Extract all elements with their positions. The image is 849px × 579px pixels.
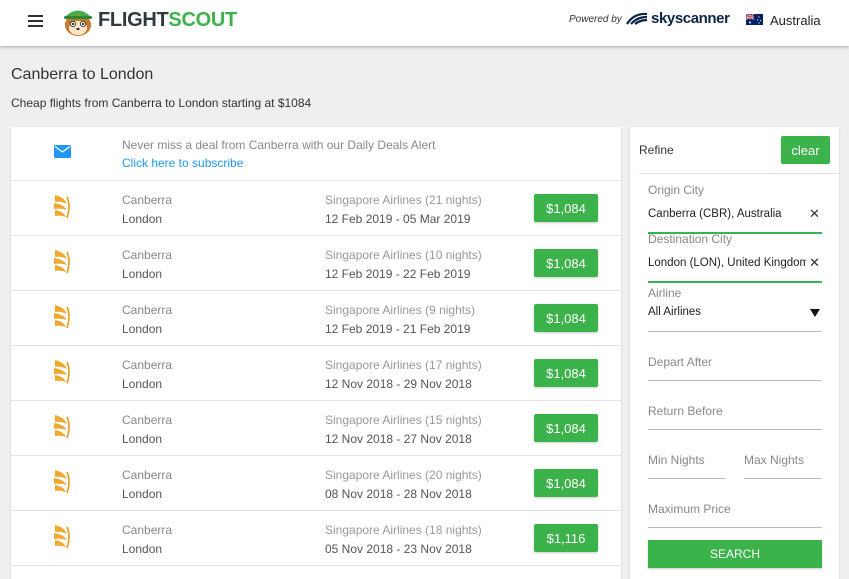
price-button[interactable]: $1,084 <box>534 359 598 387</box>
caret-down-icon[interactable] <box>810 309 820 317</box>
flight-row[interactable]: Canberra London Singapore Airlines (21 nig… <box>11 181 621 236</box>
singapore-airlines-logo <box>51 358 73 385</box>
flight-row[interactable]: Canberra London Singapore Airlines (9 nigh… <box>11 291 621 346</box>
subscribe-link[interactable]: Click here to subscribe <box>122 156 243 170</box>
singapore-airlines-logo <box>51 193 73 220</box>
price-button[interactable]: $1,084 <box>534 249 598 277</box>
australia-flag-icon[interactable] <box>746 14 763 25</box>
flight-origin: Canberra <box>122 193 173 207</box>
flight-dates: 12 Feb 2019 - 22 Feb 2019 <box>325 267 471 281</box>
flight-dates: 05 Nov 2018 - 23 Nov 2018 <box>325 542 472 556</box>
flight-origin: Canberra <box>122 303 173 317</box>
country-selector[interactable]: Australia <box>770 13 821 28</box>
flight-destination: London <box>122 487 163 501</box>
flightscout-wordmark[interactable]: FLIGHTSCOUT <box>98 9 237 32</box>
logo-flight-text: FLIGHT <box>98 9 169 31</box>
singapore-airlines-logo <box>51 248 73 275</box>
singapore-airlines-logo <box>51 523 73 550</box>
flight-row[interactable]: Canberra London Singapore Airlines (10 nig… <box>11 236 621 291</box>
deal-alert-row: Never miss a deal from Canberra with our… <box>11 127 621 181</box>
flight-destination: London <box>122 377 163 391</box>
flight-destination: London <box>122 322 163 336</box>
singapore-airlines-logo <box>51 468 73 495</box>
flight-airline: Singapore Airlines (15 nights) <box>325 413 482 427</box>
flight-origin: Canberra <box>122 523 173 537</box>
depart-after-underline <box>648 380 822 381</box>
flight-dates: 12 Nov 2018 - 27 Nov 2018 <box>325 432 472 446</box>
min-nights-underline <box>648 478 726 479</box>
logo-scout-text: SCOUT <box>168 9 237 31</box>
results-panel: Never miss a deal from Canberra with our… <box>11 127 621 579</box>
price-button[interactable]: $1,084 <box>534 194 598 222</box>
depart-after-input[interactable]: Depart After <box>648 355 712 369</box>
flight-origin: Canberra <box>122 413 173 427</box>
flight-airline: Singapore Airlines (9 nights) <box>325 303 476 317</box>
flight-destination: London <box>122 432 163 446</box>
price-button[interactable]: $1,116 <box>534 524 598 552</box>
search-button[interactable]: SEARCH <box>648 540 822 568</box>
skyscanner-icon <box>626 12 648 25</box>
min-nights-input[interactable]: Min Nights <box>648 453 705 467</box>
flight-row[interactable]: Canberra London Singapore Airlines (17 nig… <box>11 346 621 401</box>
airline-label: Airline <box>648 286 682 300</box>
return-before-input[interactable]: Return Before <box>648 404 723 418</box>
singapore-airlines-logo <box>51 303 73 330</box>
flight-origin: Canberra <box>122 358 173 372</box>
flight-dates: 12 Feb 2019 - 21 Feb 2019 <box>325 322 471 336</box>
origin-city-label: Origin City <box>648 183 705 197</box>
airline-underline <box>648 331 822 332</box>
singapore-airlines-logo <box>51 413 73 440</box>
maximum-price-input[interactable]: Maximum Price <box>648 502 731 516</box>
page-title: Canberra to London <box>11 66 154 83</box>
refine-divider <box>639 173 839 174</box>
flight-destination: London <box>122 212 163 226</box>
flight-destination: London <box>122 542 163 556</box>
price-button[interactable]: $1,084 <box>534 304 598 332</box>
flight-row[interactable]: Canberra London Singapore Airlines (15 nig… <box>11 401 621 456</box>
refine-panel: Refine clear Origin City Canberra (CBR),… <box>630 127 839 579</box>
hamburger-icon[interactable] <box>28 15 43 27</box>
max-nights-input[interactable]: Max Nights <box>744 453 804 467</box>
price-button[interactable]: $1,084 <box>534 469 598 497</box>
flight-row[interactable]: Canberra London Singapore Airlines (20 nig… <box>11 456 621 511</box>
flight-airline: Singapore Airlines (17 nights) <box>325 358 482 372</box>
flight-airline: Singapore Airlines (10 nights) <box>325 248 482 262</box>
page-subtitle: Cheap flights from Canberra to London st… <box>11 96 312 110</box>
flight-destination: London <box>122 267 163 281</box>
flight-dates: 08 Nov 2018 - 28 Nov 2018 <box>325 487 472 501</box>
flight-row[interactable]: Canberra London Singapore Airlines (18 nig… <box>11 511 621 566</box>
skyscanner-wordmark[interactable]: skyscanner <box>651 10 730 27</box>
max-nights-underline <box>744 478 822 479</box>
clear-destination-icon[interactable]: ✕ <box>809 255 820 271</box>
destination-city-label: Destination City <box>648 232 733 246</box>
flight-dates: 12 Nov 2018 - 29 Nov 2018 <box>325 377 472 391</box>
flight-origin: Canberra <box>122 468 173 482</box>
mail-icon <box>54 145 71 158</box>
destination-city-underline <box>648 281 822 283</box>
price-button[interactable]: $1,084 <box>534 414 598 442</box>
destination-city-input[interactable]: London (LON), United Kingdom <box>648 257 806 269</box>
maximum-price-underline <box>648 527 822 528</box>
origin-city-input[interactable]: Canberra (CBR), Australia <box>648 208 806 220</box>
flightscout-mascot-logo[interactable] <box>60 3 96 39</box>
powered-by-label: Powered by <box>569 14 622 25</box>
return-before-underline <box>648 429 822 430</box>
flight-airline: Singapore Airlines (18 nights) <box>325 523 482 537</box>
refine-title: Refine <box>639 143 674 157</box>
top-bar: FLIGHTSCOUT Powered by skyscanner Austra… <box>0 0 849 46</box>
flight-origin: Canberra <box>122 248 173 262</box>
deal-alert-text: Never miss a deal from Canberra with our… <box>122 138 436 152</box>
flight-dates: 12 Feb 2019 - 05 Mar 2019 <box>325 212 471 226</box>
airline-select[interactable]: All Airlines <box>648 306 806 318</box>
flight-airline: Singapore Airlines (20 nights) <box>325 468 482 482</box>
clear-button[interactable]: clear <box>781 136 830 164</box>
clear-origin-icon[interactable]: ✕ <box>809 206 820 222</box>
flight-airline: Singapore Airlines (21 nights) <box>325 193 482 207</box>
